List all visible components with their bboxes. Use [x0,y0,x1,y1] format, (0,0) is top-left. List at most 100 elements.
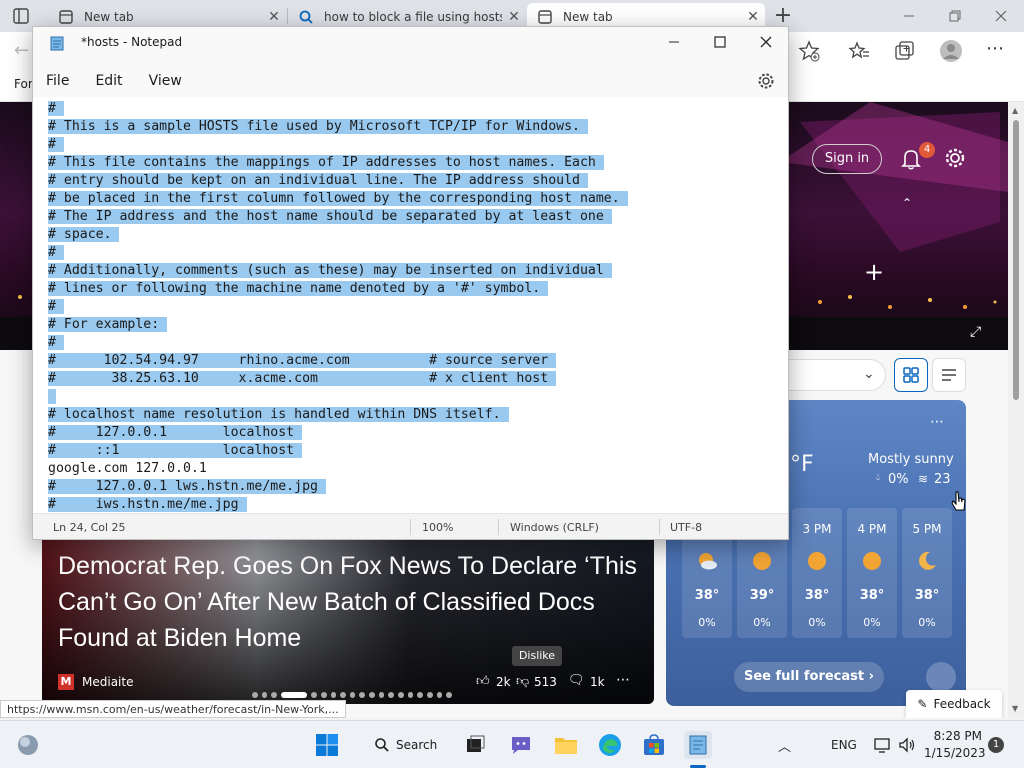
hour-column[interactable]: 3 PM 38° 0% [792,508,842,638]
more-options-icon[interactable]: ⋯ [986,38,1004,59]
selected-text: # 38.25.63.10 x.acme.com # x client host [48,371,557,386]
notepad-menubar: File Edit View [33,65,788,97]
text-line: # 127.0.0.1 localhost [48,424,628,442]
close-icon[interactable] [978,0,1024,32]
notepad-maximize-icon[interactable] [697,27,743,57]
notepad-close-icon[interactable] [743,27,789,57]
tab-close-icon[interactable]: ✕ [741,9,765,25]
notepad-title: *hosts - Notepad [81,35,183,49]
notepad-text-area[interactable]: # # This is a sample HOSTS file used by … [33,97,788,513]
volume-icon[interactable] [897,735,917,755]
chevron-right-icon: › [864,669,874,684]
sun-icon [806,550,828,572]
hour-precip: 0% [698,616,716,629]
start-windows-icon[interactable] [313,731,341,759]
edge-browser-icon[interactable] [596,731,624,759]
comment-count: 1k [590,675,605,689]
list-view-button[interactable] [932,358,966,392]
network-icon[interactable] [872,735,892,755]
weather-more-icon[interactable]: ⋯ [930,414,944,430]
status-divider [410,519,411,535]
tab-close-icon[interactable]: ✕ [262,9,286,25]
microsoft-store-icon[interactable] [640,731,668,759]
like-icon[interactable]: 👍︎ [476,674,490,689]
notepad-window[interactable]: *hosts - Notepad File Edit View # # This… [32,26,789,540]
collapse-chevron-icon[interactable]: ⌃ [902,196,912,210]
selected-text: # Additionally, comments (such as these)… [48,263,612,278]
news-more-icon[interactable]: ⋯ [616,672,630,688]
hour-precip: 0% [808,616,826,629]
menu-edit[interactable]: Edit [82,73,135,89]
news-source[interactable]: Mediaite [82,675,133,689]
dislike-icon[interactable]: 👎︎ [516,674,529,689]
task-view-icon[interactable] [461,731,489,759]
tab-actions-icon[interactable] [12,7,30,25]
text-line: # [48,136,628,154]
file-explorer-icon[interactable] [552,731,580,759]
wind-icon: ≋ [918,472,929,486]
notepad-minimize-icon[interactable] [651,27,697,57]
notification-count-badge: 4 [919,142,935,158]
notepad-titlebar[interactable]: *hosts - Notepad [33,27,788,59]
weather-condition: Mostly sunny [868,452,954,467]
teams-chat-icon[interactable] [507,731,535,759]
restore-icon[interactable] [932,0,978,32]
settings-gear-icon[interactable] [943,146,967,170]
carousel-dots[interactable] [252,692,452,698]
collections-icon[interactable] [893,40,915,62]
link-status-url: https://www.msn.com/en-us/weather/foreca… [0,700,346,718]
show-hidden-icons-icon[interactable]: ︿ [778,736,791,755]
clock-time[interactable]: 8:28 PM [930,729,982,743]
widgets-icon[interactable] [16,733,40,757]
feed-dropdown[interactable]: ⌄ [786,359,886,391]
notification-center-badge[interactable]: 1 [988,737,1004,753]
text-line: # This is a sample HOSTS file used by Mi… [48,118,628,136]
favorites-icon[interactable] [848,40,870,62]
news-headline[interactable]: Democrat Rep. Goes On Fox News To Declar… [58,548,638,656]
zoom-level: 100% [422,521,454,534]
language-indicator[interactable]: ENG [831,738,857,752]
notepad-settings-icon[interactable] [757,72,775,90]
tab-close-icon[interactable]: ✕ [502,9,526,25]
newtab-icon [537,9,553,25]
menu-view[interactable]: View [136,73,195,89]
text-line: # entry should be kept on an individual … [48,172,628,190]
hour-column[interactable]: 4 PM 38° 0% [847,508,897,638]
taskbar-search-button[interactable]: Search [364,731,444,759]
text-line: google.com 127.0.0.1 [48,460,628,478]
text-line [48,388,628,406]
hour-precip: 0% [753,616,771,629]
hour-precip: 0% [918,616,936,629]
moon-icon [916,550,938,572]
hour-temp: 38° [694,588,720,603]
encoding: UTF-8 [670,521,703,534]
status-divider [659,519,660,535]
favorites-bar-item[interactable]: For [14,77,33,91]
minimize-icon[interactable] [886,0,932,32]
text-line: # iws.hstn.me/me.jpg [48,496,628,513]
profile-avatar-icon[interactable] [939,39,963,63]
scroll-down-icon[interactable]: ▼ [1012,704,1018,713]
menu-file[interactable]: File [33,73,82,89]
scrollbar-thumb[interactable] [1013,120,1019,400]
expand-icon[interactable]: ⤢ [970,324,981,340]
grid-view-button[interactable] [894,358,928,392]
clock-date[interactable]: 1/15/2023 [924,746,986,760]
feedback-button[interactable]: ✎ Feedback [906,690,1002,718]
see-full-forecast-button[interactable]: See full forecast › [734,662,884,692]
selected-text: # [48,137,64,152]
search-icon [298,9,314,25]
scroll-up-icon[interactable]: ▲ [1012,106,1018,115]
weather-assistant-icon[interactable] [926,662,956,692]
page-scrollbar[interactable]: ▲ ▼ [1008,102,1024,718]
notepad-taskbar-icon[interactable] [684,731,712,759]
add-quick-link-icon[interactable]: + [864,258,884,286]
back-arrow-icon[interactable]: ← [14,40,29,61]
add-favorite-icon[interactable] [798,40,820,62]
sign-in-button[interactable]: Sign in [812,144,882,174]
dislike-tooltip: Dislike [512,646,562,666]
comment-icon[interactable]: 🗨︎ [568,673,585,688]
hour-precip: 0% [863,616,881,629]
text-line: # localhost name resolution is handled w… [48,406,628,424]
hour-column[interactable]: 5 PM 38° 0% [902,508,952,638]
